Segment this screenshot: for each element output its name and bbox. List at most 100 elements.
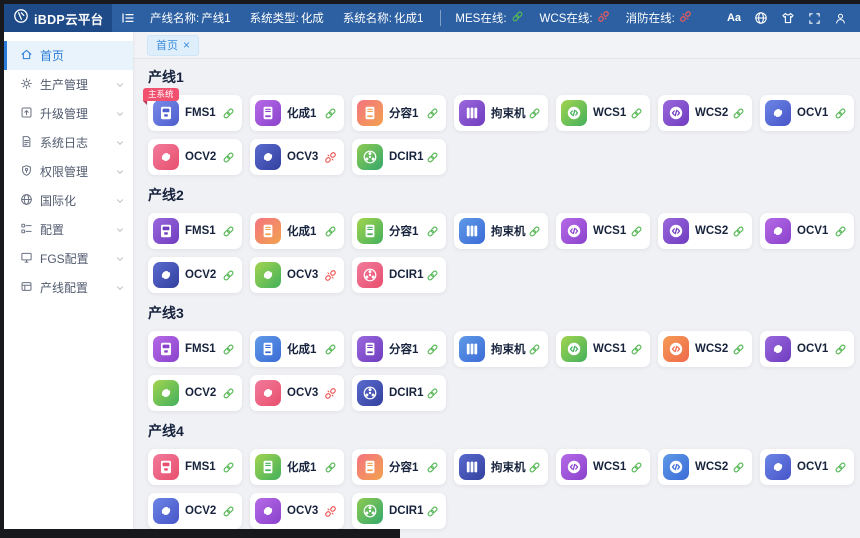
- sidebar-item-log[interactable]: 系统日志: [4, 128, 133, 157]
- language-icon[interactable]: [754, 11, 768, 25]
- link-online-icon[interactable]: [426, 225, 439, 238]
- link-online-icon[interactable]: [222, 107, 235, 120]
- sidebar-item-config[interactable]: 配置: [4, 215, 133, 244]
- link-online-icon[interactable]: [426, 505, 439, 518]
- link-online-icon[interactable]: [834, 343, 847, 356]
- system-card[interactable]: WCS2: [658, 95, 752, 131]
- link-online-icon[interactable]: [630, 225, 643, 238]
- system-card[interactable]: WCS2: [658, 213, 752, 249]
- link-online-icon[interactable]: [732, 225, 745, 238]
- link-online-icon[interactable]: [834, 225, 847, 238]
- system-card[interactable]: OCV2: [148, 139, 242, 175]
- sidebar-item-globe[interactable]: 国际化: [4, 186, 133, 215]
- link-online-icon[interactable]: [222, 343, 235, 356]
- link-online-icon[interactable]: [426, 461, 439, 474]
- link-online-icon[interactable]: [630, 461, 643, 474]
- system-icon: [357, 454, 383, 480]
- font-size-icon[interactable]: Aa: [727, 12, 741, 24]
- system-card[interactable]: 主系统 FMS1: [148, 95, 242, 131]
- link-online-icon[interactable]: [732, 107, 745, 120]
- system-card[interactable]: WCS2: [658, 331, 752, 367]
- link-online-icon[interactable]: [222, 151, 235, 164]
- system-card[interactable]: OCV3: [250, 139, 344, 175]
- sidebar-item-permission[interactable]: 权限管理: [4, 157, 133, 186]
- system-card[interactable]: WCS1: [556, 213, 650, 249]
- sidebar-item-lineconfig[interactable]: 产线配置: [4, 273, 133, 302]
- link-broken-icon[interactable]: [324, 387, 337, 400]
- link-online-icon[interactable]: [528, 107, 541, 120]
- link-online-icon[interactable]: [222, 269, 235, 282]
- link-online-icon[interactable]: [528, 225, 541, 238]
- link-broken-icon[interactable]: [324, 269, 337, 282]
- link-broken-icon[interactable]: [324, 505, 337, 518]
- system-card[interactable]: OCV1: [760, 95, 854, 131]
- tab-close-icon[interactable]: ×: [183, 39, 190, 51]
- system-card[interactable]: 拘束机: [454, 95, 548, 131]
- system-card[interactable]: DCIR1: [352, 375, 446, 411]
- system-card[interactable]: OCV3: [250, 257, 344, 293]
- link-online-icon[interactable]: [630, 107, 643, 120]
- link-online-icon[interactable]: [324, 107, 337, 120]
- link-online-icon[interactable]: [834, 107, 847, 120]
- sidebar-item-home[interactable]: 首页: [4, 41, 133, 70]
- system-card[interactable]: OCV1: [760, 331, 854, 367]
- system-card[interactable]: OCV2: [148, 493, 242, 529]
- system-card[interactable]: DCIR1: [352, 257, 446, 293]
- link-online-icon[interactable]: [324, 461, 337, 474]
- system-card[interactable]: FMS1: [148, 213, 242, 249]
- system-card[interactable]: OCV3: [250, 493, 344, 529]
- link-online-icon[interactable]: [426, 269, 439, 282]
- link-online-icon[interactable]: [324, 343, 337, 356]
- link-broken-icon[interactable]: [324, 151, 337, 164]
- system-card-label: WCS1: [593, 343, 626, 355]
- system-card[interactable]: 分容1: [352, 95, 446, 131]
- system-card[interactable]: 拘束机: [454, 449, 548, 485]
- system-card[interactable]: 拘束机: [454, 213, 548, 249]
- system-card[interactable]: OCV2: [148, 257, 242, 293]
- link-online-icon[interactable]: [426, 387, 439, 400]
- link-online-icon[interactable]: [324, 225, 337, 238]
- system-card[interactable]: 化成1: [250, 213, 344, 249]
- sidebar-item-monitor[interactable]: FGS配置: [4, 244, 133, 273]
- system-card[interactable]: OCV1: [760, 449, 854, 485]
- sidebar-item-production[interactable]: 生产管理: [4, 70, 133, 99]
- system-card[interactable]: WCS2: [658, 449, 752, 485]
- system-card[interactable]: 拘束机: [454, 331, 548, 367]
- system-card[interactable]: WCS1: [556, 95, 650, 131]
- system-card[interactable]: 分容1: [352, 331, 446, 367]
- system-card[interactable]: DCIR1: [352, 139, 446, 175]
- system-card[interactable]: 分容1: [352, 449, 446, 485]
- system-card[interactable]: WCS1: [556, 331, 650, 367]
- link-online-icon[interactable]: [732, 343, 745, 356]
- link-online-icon[interactable]: [528, 461, 541, 474]
- tab-home[interactable]: 首页 ×: [147, 35, 199, 56]
- link-online-icon[interactable]: [222, 461, 235, 474]
- system-card[interactable]: FMS1: [148, 449, 242, 485]
- system-icon: [765, 100, 791, 126]
- system-card[interactable]: OCV1: [760, 213, 854, 249]
- link-online-icon[interactable]: [732, 461, 745, 474]
- menu-collapse-icon[interactable]: [121, 11, 135, 25]
- system-card[interactable]: 化成1: [250, 449, 344, 485]
- fullscreen-icon[interactable]: [808, 12, 821, 25]
- link-online-icon[interactable]: [630, 343, 643, 356]
- system-card[interactable]: FMS1: [148, 331, 242, 367]
- link-online-icon[interactable]: [834, 461, 847, 474]
- link-online-icon[interactable]: [222, 505, 235, 518]
- link-online-icon[interactable]: [222, 225, 235, 238]
- system-card[interactable]: DCIR1: [352, 493, 446, 529]
- system-card[interactable]: 化成1: [250, 331, 344, 367]
- system-card[interactable]: WCS1: [556, 449, 650, 485]
- link-online-icon[interactable]: [528, 343, 541, 356]
- system-card[interactable]: OCV2: [148, 375, 242, 411]
- link-online-icon[interactable]: [426, 151, 439, 164]
- link-online-icon[interactable]: [426, 343, 439, 356]
- system-card[interactable]: 分容1: [352, 213, 446, 249]
- system-card[interactable]: OCV3: [250, 375, 344, 411]
- system-card[interactable]: 化成1: [250, 95, 344, 131]
- link-online-icon[interactable]: [426, 107, 439, 120]
- link-online-icon[interactable]: [222, 387, 235, 400]
- user-icon[interactable]: [834, 12, 847, 25]
- sidebar-item-upgrade[interactable]: 升级管理: [4, 99, 133, 128]
- theme-icon[interactable]: [781, 11, 795, 25]
